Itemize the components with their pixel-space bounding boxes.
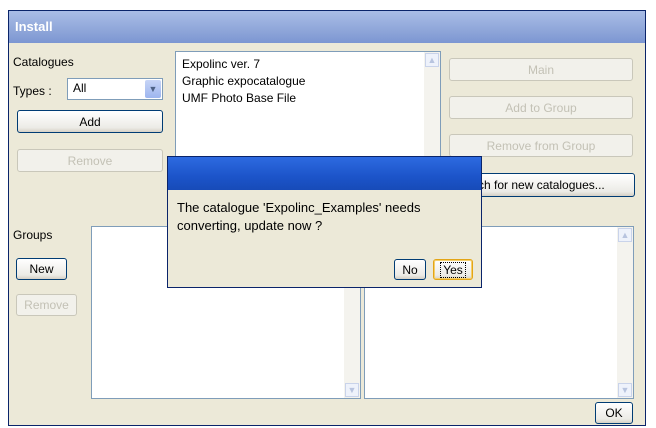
ok-button[interactable]: OK [595,402,633,424]
types-select[interactable]: All ▼ [67,78,163,100]
scrollbar[interactable]: ▲ ▼ [617,227,633,398]
dialog-message-line1: The catalogue 'Expolinc_Examples' needs [177,200,421,215]
list-item[interactable]: UMF Photo Base File [176,90,440,107]
yes-button[interactable]: Yes [433,259,473,280]
window-title: Install [15,19,53,34]
scroll-down-icon[interactable]: ▼ [618,383,632,397]
list-item[interactable]: Graphic expocatalogue [176,73,440,90]
scroll-down-icon[interactable]: ▼ [345,383,359,397]
catalogues-list[interactable]: Expolinc ver. 7 Graphic expocatalogue UM… [175,51,441,161]
chevron-down-icon[interactable]: ▼ [145,80,161,98]
dialog-title-bar[interactable] [168,157,481,190]
scrollbar[interactable]: ▲ [424,52,440,160]
groups-label: Groups [13,228,53,242]
dialog-message-line2: converting, update now ? [177,218,323,233]
no-button[interactable]: No [394,259,426,280]
remove-from-group-button[interactable]: Remove from Group [449,134,633,157]
yes-button-label: Yes [440,261,466,278]
types-select-value: All [73,81,87,95]
add-catalogue-button[interactable]: Add [17,110,163,133]
title-bar[interactable]: Install [9,11,645,43]
search-catalogues-button[interactable]: ch for new catalogues... [475,173,635,197]
types-label: Types : [13,84,52,98]
main-button[interactable]: Main [449,58,633,81]
catalogues-label: Catalogues [13,55,74,69]
scroll-up-icon[interactable]: ▲ [618,228,632,242]
remove-group-button[interactable]: Remove [16,294,77,316]
scroll-up-icon[interactable]: ▲ [425,53,439,67]
confirm-dialog: The catalogue 'Expolinc_Examples' needs … [167,156,482,288]
new-group-button[interactable]: New [16,258,67,280]
add-to-group-button[interactable]: Add to Group [449,96,633,119]
list-item[interactable]: Expolinc ver. 7 [176,56,440,73]
remove-catalogue-button[interactable]: Remove [17,149,163,172]
